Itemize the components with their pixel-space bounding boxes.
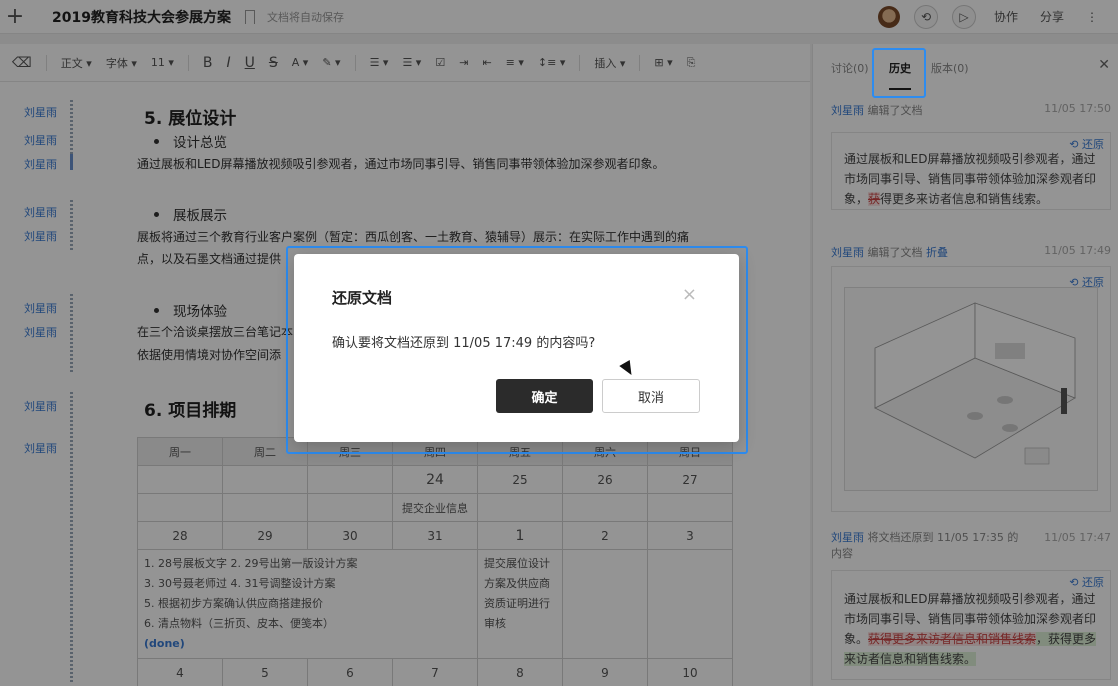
dialog-title: 还原文档: [332, 289, 393, 307]
restore-dialog: 还原文档 × 确认要将文档还原到 11/05 17:49 的内容吗? 确定 取消: [294, 254, 739, 442]
confirm-button[interactable]: 确定: [496, 379, 593, 413]
cancel-button[interactable]: 取消: [602, 379, 700, 413]
close-icon[interactable]: ×: [682, 284, 697, 305]
history-tab-highlight: [872, 48, 926, 98]
dialog-message: 确认要将文档还原到 11/05 17:49 的内容吗?: [332, 336, 596, 351]
